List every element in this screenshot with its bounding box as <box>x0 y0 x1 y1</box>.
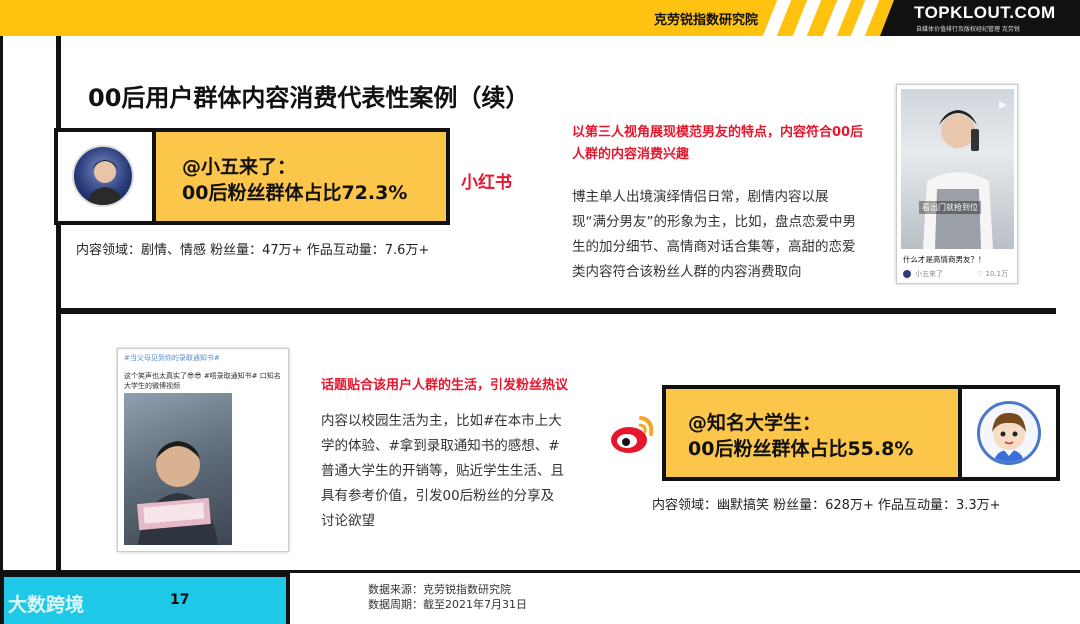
logo-text: TOPKLOUT.COM <box>914 3 1056 22</box>
profile-handle: @小五来了： <box>182 156 297 178</box>
logo-subtext: 自媒体价值排行及版权经纪管理 克劳锐 <box>916 26 1020 33</box>
case-description: 内容以校园生活为主，比如#在本市上大学的体验、#拿到录取通知书的感想、#普通大学… <box>321 413 564 529</box>
heart-icon: ♡ <box>977 270 986 278</box>
frame-line <box>56 36 61 624</box>
profile-info-panel: @知名大学生： 00后粉丝群体占比55.8% <box>666 389 962 477</box>
org-name: 克劳锐指数研究院 <box>653 13 758 28</box>
like-count-value: 10.1万 <box>985 270 1009 278</box>
like-count: ♡ 10.1万 <box>977 269 1008 279</box>
data-source: 数据来源：克劳锐指数研究院 数据周期：截至2021年7月31日 <box>368 582 527 612</box>
profile-card-zhiming: @知名大学生： 00后粉丝群体占比55.8% <box>662 385 1060 481</box>
weibo-post-screenshot: #当父母见到你的录取通知书# 这个笑声也太真实了😎😎 #唔录取通知书# 口知名大… <box>117 348 289 552</box>
profile-card-xiaowu: @小五来了： 00后粉丝群体占比72.3% <box>54 128 450 225</box>
author-avatar <box>903 270 911 278</box>
avatar-cell <box>962 389 1056 477</box>
weibo-video <box>124 393 232 545</box>
decor-stripe <box>792 0 822 36</box>
weibo-text: 这个笑声也太真实了😎😎 #唔录取通知书# 口知名大学生的微博视频 <box>124 372 281 390</box>
fan-ratio: 00后粉丝群体占比72.3% <box>182 182 408 204</box>
period-line: 数据周期：截至2021年7月31日 <box>368 598 527 611</box>
weibo-logo <box>607 412 657 458</box>
case-description: 博主单人出境演绎情侣日常，剧情内容以展现“满分男友”的形象为主，比如，盘点恋爱中… <box>572 189 856 280</box>
decor-stripe <box>822 0 852 36</box>
post-caption: 什么才是高情商男友？！ <box>903 255 986 264</box>
page-title: 00后用户群体内容消费代表性案例（续） <box>88 84 530 112</box>
brand-watermark: 大数跨境 <box>8 594 85 616</box>
fan-ratio: 00后粉丝群体占比55.8% <box>688 438 914 460</box>
weibo-tag: #当父母见到你的录取通知书# <box>124 354 220 362</box>
divider-line <box>56 308 1056 314</box>
profile-handle: @知名大学生： <box>688 412 822 434</box>
post-screenshot: 看出门就抢到位 什么才是高情商男友？！ 小五来了 ♡ 10.1万 <box>896 84 1018 284</box>
top-bar: 克劳锐指数研究院 TOPKLOUT.COM 自媒体价值排行及版权经纪管理 克劳锐 <box>0 0 1080 36</box>
weibo-icon <box>611 416 654 453</box>
case-highlight: 话题贴合该用户人群的生活，引发粉丝热议 <box>321 378 569 393</box>
decor-stripe <box>850 0 880 36</box>
topklout-logo: TOPKLOUT.COM 自媒体价值排行及版权经纪管理 克劳锐 <box>880 0 1080 36</box>
xiaohongshu-logo: 小红书 <box>461 173 512 193</box>
person-icon <box>86 160 124 205</box>
cartoon-face-icon <box>992 412 1026 462</box>
profile-meta: 内容领域：幽默搞笑 粉丝量：628万+ 作品互动量：3.3万+ <box>652 498 1001 513</box>
post-author: 小五来了 <box>915 270 943 278</box>
page-number: 17 <box>170 592 190 608</box>
profile-meta: 内容领域：剧情、情感 粉丝量：47万+ 作品互动量：7.6万+ <box>76 243 430 258</box>
source-line: 数据来源：克劳锐指数研究院 <box>368 583 511 596</box>
frame-line <box>0 36 3 576</box>
case-highlight: 以第三人视角展现模范男友的特点，内容符合00后人群的内容消费兴趣 <box>572 125 864 162</box>
profile-info-panel: @小五来了： 00后粉丝群体占比72.3% <box>152 132 446 221</box>
avatar-cell <box>58 132 156 221</box>
post-image: 看出门就抢到位 <box>901 89 1014 249</box>
post-overlay-text: 看出门就抢到位 <box>919 201 981 214</box>
avatar <box>977 401 1041 465</box>
avatar <box>72 145 134 207</box>
decor-stripe <box>762 0 792 36</box>
